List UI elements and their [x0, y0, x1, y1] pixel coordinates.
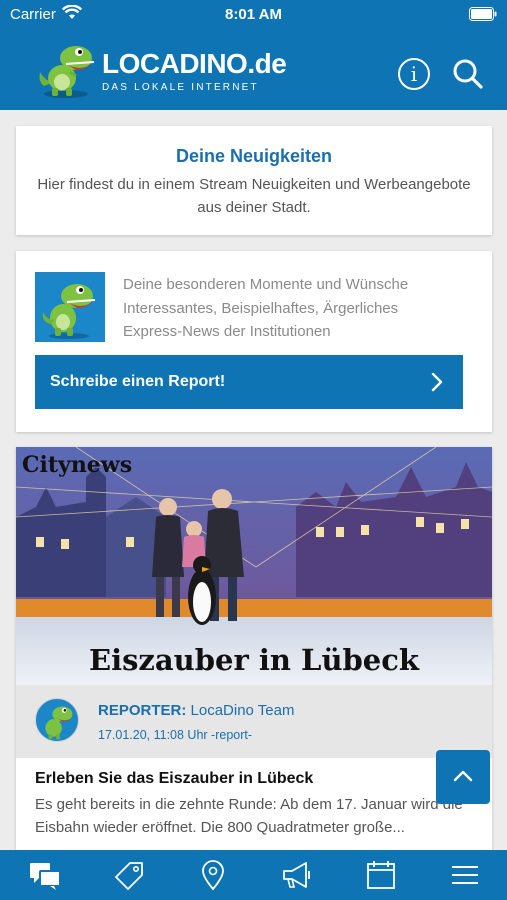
- tab-events[interactable]: [350, 850, 410, 900]
- info-icon: i: [410, 62, 418, 86]
- report-line: Express-News der Institutionen: [123, 323, 331, 340]
- app-header: LOCADINO.de DAS LOKALE INTERNET i: [0, 28, 507, 110]
- locadino-logo[interactable]: LOCADINO.de DAS LOKALE INTERNET: [36, 42, 296, 100]
- calendar-icon: [367, 861, 395, 889]
- tab-stream[interactable]: [14, 850, 74, 900]
- status-bar: Carrier 8:01 AM: [0, 0, 507, 28]
- location-pin-icon: [202, 860, 224, 891]
- search-icon[interactable]: [452, 58, 484, 90]
- scroll-to-top-button[interactable]: [436, 750, 490, 804]
- tab-menu[interactable]: [434, 850, 494, 900]
- chevron-up-icon: [453, 770, 473, 782]
- news-intro-card: Deine Neuigkeiten Hier findest du in ein…: [16, 126, 492, 235]
- dino-mascot-icon: [39, 46, 95, 98]
- megaphone-icon: [283, 862, 310, 888]
- post-excerpt: Es geht bereits in die zehnte Runde: Ab …: [35, 796, 463, 836]
- post-card[interactable]: Citynews Eiszauber in Lübeck REPORTER: L…: [16, 447, 492, 857]
- logo-tagline: DAS LOKALE INTERNET: [102, 82, 259, 93]
- tab-map[interactable]: [182, 850, 242, 900]
- reporter-avatar[interactable]: [35, 698, 79, 742]
- dino-icon: [45, 706, 74, 740]
- post-date: 17.01.20, 11:08 Uhr -report-: [98, 728, 253, 742]
- report-prompt-text: Deine besonderen Momente und Wünsche Int…: [123, 273, 463, 344]
- menu-icon: [452, 866, 478, 884]
- dino-icon: [42, 284, 96, 339]
- image-badge: Citynews: [22, 452, 133, 478]
- chevron-right-icon: [431, 372, 443, 392]
- write-report-button[interactable]: Schreibe einen Report!: [35, 355, 463, 409]
- image-headline: Eiszauber in Lübeck: [88, 643, 420, 677]
- news-intro-title: Deine Neuigkeiten: [175, 146, 333, 166]
- report-prompt-card: Deine besonderen Momente und Wünsche Int…: [16, 251, 492, 432]
- logo-text: LOCADINO.de: [102, 48, 287, 79]
- battery-icon: [469, 7, 497, 21]
- tag-icon: [115, 862, 143, 890]
- post-image[interactable]: Citynews Eiszauber in Lübeck: [16, 447, 492, 685]
- dino-avatar: [35, 272, 105, 342]
- post-title: Erleben Sie das Eiszauber in Lübeck: [35, 770, 314, 787]
- report-line: Deine besonderen Momente und Wünsche: [123, 276, 409, 293]
- info-button[interactable]: i: [398, 58, 430, 90]
- news-intro-text: Hier findest du in einem Stream Neuigkei…: [37, 176, 471, 216]
- tab-offers[interactable]: [98, 850, 158, 900]
- clock: 8:01 AM: [225, 6, 282, 23]
- reporter-line[interactable]: REPORTER: LocaDino Team: [98, 702, 294, 719]
- reporter-prefix: REPORTER:: [98, 702, 187, 719]
- write-report-label: Schreibe einen Report!: [50, 373, 226, 390]
- post-meta: REPORTER: LocaDino Team 17.01.20, 11:08 …: [16, 685, 492, 758]
- tab-reports[interactable]: [266, 850, 326, 900]
- report-line: Interessantes, Beispielhaftes, Ärgerlich…: [123, 299, 399, 317]
- tab-bar: [0, 850, 507, 900]
- reporter-name: LocaDino Team: [190, 702, 295, 719]
- chat-bubbles-icon: [30, 863, 61, 890]
